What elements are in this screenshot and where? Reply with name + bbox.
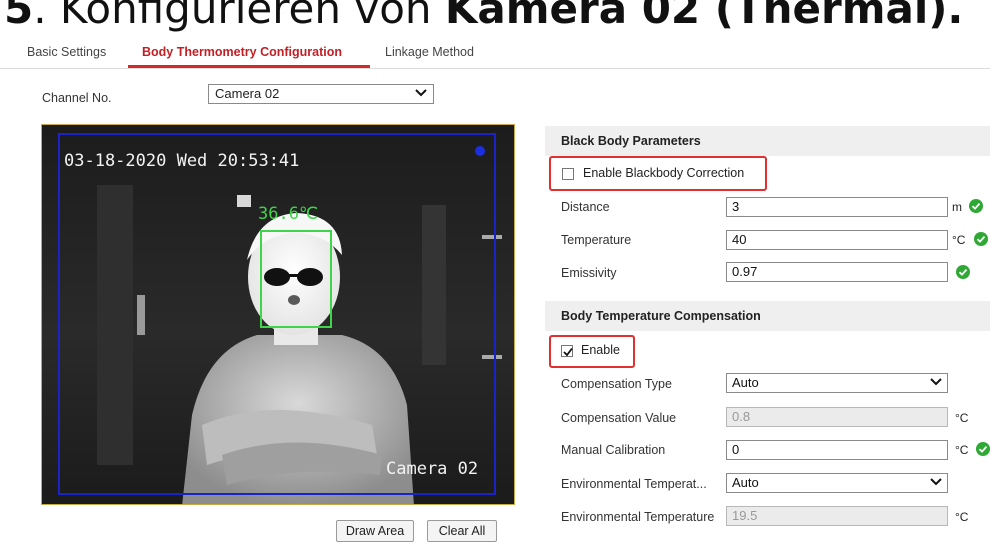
face-detection-box: [260, 230, 332, 328]
draw-area-button[interactable]: Draw Area: [336, 520, 414, 542]
valid-check-icon: [974, 232, 988, 246]
valid-check-icon: [969, 199, 983, 213]
channel-label: Channel No.: [42, 91, 112, 105]
enable-compensation-label: Enable: [581, 343, 620, 357]
environmental-temperature-mode-value: Auto: [732, 475, 759, 490]
manual-calibration-input[interactable]: 0: [726, 440, 948, 460]
distance-input[interactable]: 3: [726, 197, 948, 217]
chevron-down-icon: [415, 85, 427, 105]
emissivity-value: 0.97: [732, 264, 758, 279]
section-header-compensation: Body Temperature Compensation: [545, 301, 990, 331]
tab-basic-settings[interactable]: Basic Settings: [27, 45, 106, 59]
enable-blackbody-correction-checkbox[interactable]: [562, 168, 574, 180]
distance-label: Distance: [561, 200, 610, 214]
checkmark-icon: [563, 347, 573, 357]
compensation-value-unit: °C: [955, 411, 969, 425]
clear-all-button[interactable]: Clear All: [427, 520, 497, 542]
environmental-temperature-unit: °C: [955, 510, 969, 524]
manual-calibration-unit: °C: [955, 443, 969, 457]
heading-text: . Konfigurieren von: [33, 0, 445, 33]
compensation-type-value: Auto: [732, 375, 759, 390]
heading-camera: Kamera 02 (Thermal).: [444, 0, 964, 33]
temperature-input[interactable]: 40: [726, 230, 948, 250]
distance-value: 3: [732, 199, 740, 214]
detected-temperature-label: 36.6℃: [258, 204, 319, 224]
compensation-value-value: 0.8: [732, 409, 751, 424]
environmental-temperature-label: Environmental Temperature: [561, 510, 715, 524]
tab-bar: Basic Settings Body Thermometry Configur…: [0, 40, 990, 69]
chevron-down-icon: [930, 374, 942, 394]
chevron-down-icon: [930, 474, 942, 494]
environmental-temperature-mode-select[interactable]: Auto: [726, 473, 948, 493]
osd-camera-name: Camera 02: [386, 459, 479, 479]
valid-check-icon: [976, 442, 990, 456]
manual-calibration-label: Manual Calibration: [561, 443, 666, 457]
step-number: 5: [4, 0, 34, 33]
distance-unit: m: [952, 200, 962, 214]
valid-check-icon: [956, 265, 970, 279]
compensation-value-label: Compensation Value: [561, 411, 677, 425]
compensation-type-select[interactable]: Auto: [726, 373, 948, 393]
temperature-label: Temperature: [561, 233, 632, 247]
manual-calibration-value: 0: [732, 442, 740, 457]
environmental-temperature-value: 19.5: [732, 508, 758, 523]
section-header-black-body: Black Body Parameters: [545, 126, 990, 156]
emissivity-label: Emissivity: [561, 266, 617, 280]
environmental-temperature-mode-label: Environmental Temperat...: [561, 477, 707, 491]
page-heading: 5. Konfigurieren von Kamera 02 (Thermal)…: [4, 0, 963, 40]
active-tab-indicator: [128, 65, 370, 68]
enable-compensation-checkbox[interactable]: [561, 345, 573, 357]
temperature-unit: °C: [952, 233, 966, 247]
status-dot: [475, 146, 485, 156]
channel-select[interactable]: Camera 02: [208, 84, 434, 104]
tab-body-thermometry-configuration[interactable]: Body Thermometry Configuration: [142, 45, 342, 59]
enable-blackbody-correction-label: Enable Blackbody Correction: [583, 166, 745, 180]
emissivity-input[interactable]: 0.97: [726, 262, 948, 282]
environmental-temperature-input: 19.5: [726, 506, 948, 526]
osd-timestamp: 03-18-2020 Wed 20:53:41: [64, 151, 300, 171]
temperature-value: 40: [732, 232, 747, 247]
compensation-value-input: 0.8: [726, 407, 948, 427]
channel-select-value: Camera 02: [215, 86, 280, 101]
compensation-type-label: Compensation Type: [561, 377, 672, 391]
tab-linkage-method[interactable]: Linkage Method: [385, 45, 474, 59]
thermal-video-preview[interactable]: 03-18-2020 Wed 20:53:41 Camera 02 36.6℃: [41, 124, 515, 505]
